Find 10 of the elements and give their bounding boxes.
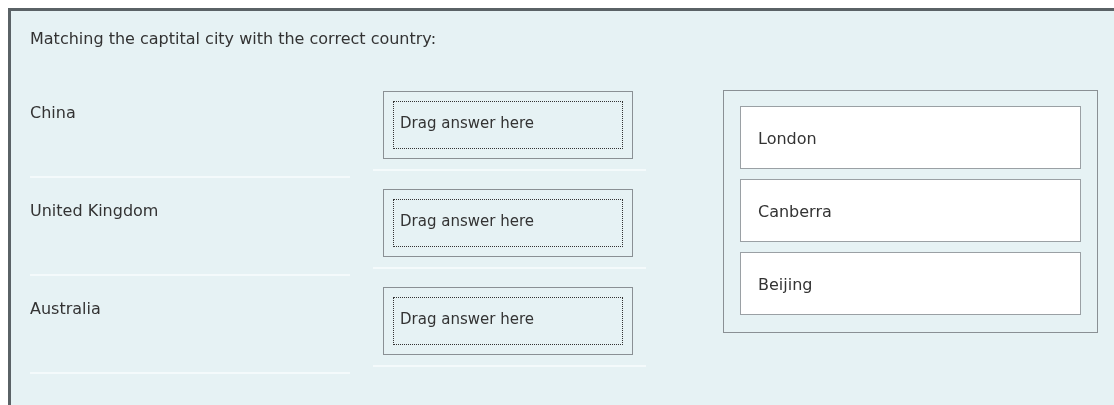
drop-zone[interactable]: Drag answer here <box>383 91 633 159</box>
answer-tile[interactable]: Canberra <box>740 179 1081 242</box>
country-label: United Kingdom <box>30 201 159 220</box>
country-label: Australia <box>30 299 101 318</box>
country-label: China <box>30 103 76 122</box>
answer-tile[interactable]: Beijing <box>740 252 1081 315</box>
drop-zone[interactable]: Drag answer here <box>383 287 633 355</box>
question-text: Matching the captital city with the correct country: <box>30 29 438 48</box>
answer-tile[interactable]: London <box>740 106 1081 169</box>
drop-zone[interactable]: Drag answer here <box>383 189 633 257</box>
